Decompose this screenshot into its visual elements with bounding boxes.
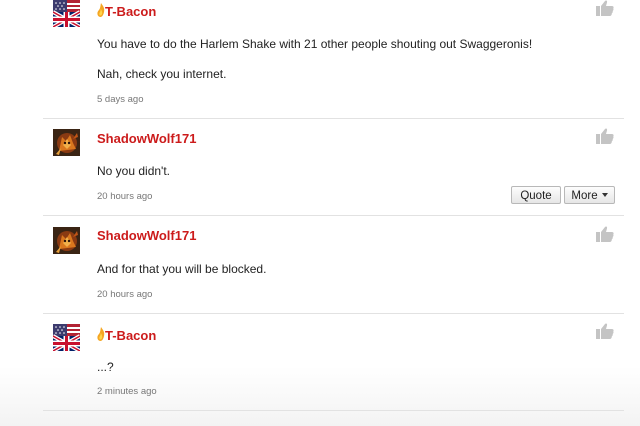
comment-text: ...? bbox=[97, 360, 114, 374]
comment-text: And for that you will be blocked. bbox=[97, 262, 267, 276]
comment-item: ShadowWolf171 And for that you will be b… bbox=[43, 216, 624, 314]
caret-down-icon bbox=[601, 193, 608, 197]
comments-page: T-Bacon You have to do the Harlem Shake … bbox=[0, 0, 640, 426]
flag-avatar[interactable] bbox=[53, 324, 80, 351]
uk-us-flag-icon bbox=[53, 0, 80, 27]
username-link[interactable]: ShadowWolf171 bbox=[97, 131, 196, 147]
flame-icon bbox=[97, 327, 105, 341]
comment-text: Nah, check you internet. bbox=[97, 67, 227, 81]
thumbs-up-icon[interactable] bbox=[596, 323, 614, 339]
timestamp: 20 hours ago bbox=[97, 191, 153, 202]
username-text: T-Bacon bbox=[105, 328, 157, 343]
username-link[interactable]: T-Bacon bbox=[97, 3, 156, 20]
timestamp: 20 hours ago bbox=[97, 289, 153, 300]
flag-avatar[interactable] bbox=[53, 0, 80, 27]
quote-button[interactable]: Quote bbox=[511, 186, 561, 204]
thumbs-up-icon[interactable] bbox=[596, 128, 614, 144]
comment-item: T-Bacon ...? 2 minutes ago bbox=[43, 314, 624, 411]
more-button-label: More bbox=[571, 190, 598, 202]
comment-text: You have to do the Harlem Shake with 21 … bbox=[97, 37, 533, 51]
wolf-avatar-icon bbox=[53, 227, 80, 254]
username-link[interactable]: ShadowWolf171 bbox=[97, 228, 196, 244]
comment-text: No you didn't. bbox=[97, 164, 171, 178]
timestamp: 5 days ago bbox=[97, 94, 144, 105]
thumbs-up-icon[interactable] bbox=[596, 226, 614, 242]
wolf-avatar[interactable] bbox=[53, 129, 80, 156]
more-button[interactable]: More bbox=[564, 186, 615, 204]
wolf-avatar[interactable] bbox=[53, 227, 80, 254]
username-text: T-Bacon bbox=[105, 4, 157, 19]
comment-item: ShadowWolf171 No you didn't. 20 hours ag… bbox=[43, 118, 624, 216]
thumbs-up-icon[interactable] bbox=[596, 0, 614, 16]
flame-icon bbox=[97, 3, 105, 17]
uk-us-flag-icon bbox=[53, 324, 80, 351]
comment-item: T-Bacon You have to do the Harlem Shake … bbox=[43, 0, 624, 119]
wolf-avatar-icon bbox=[53, 129, 80, 156]
timestamp: 2 minutes ago bbox=[97, 386, 157, 397]
username-link[interactable]: T-Bacon bbox=[97, 327, 156, 344]
